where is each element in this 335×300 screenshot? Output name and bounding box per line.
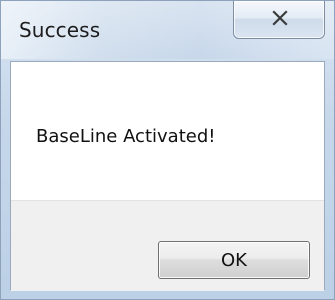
close-button[interactable] — [233, 1, 325, 39]
close-icon — [272, 10, 288, 26]
window-title: Success — [19, 18, 101, 42]
message-area: BaseLine Activated! — [11, 62, 324, 200]
dialog-client-area: BaseLine Activated! OK — [10, 61, 325, 291]
message-dialog: Success BaseLine Activated! OK — [0, 0, 335, 300]
title-bar[interactable]: Success — [1, 1, 334, 59]
button-bar: OK — [11, 200, 324, 291]
message-text: BaseLine Activated! — [36, 126, 216, 147]
ok-button[interactable]: OK — [158, 241, 310, 279]
ok-button-label: OK — [221, 249, 247, 271]
